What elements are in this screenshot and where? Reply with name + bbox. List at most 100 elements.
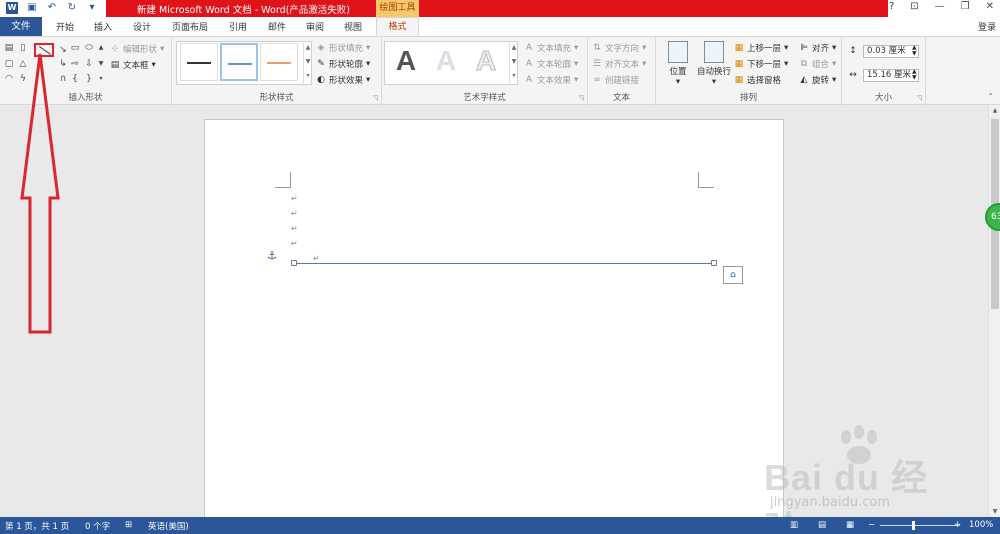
shape-fill-button[interactable]: ◈ 形状填充 ▾: [316, 42, 371, 54]
shape-width-input[interactable]: 15.16 厘米: [863, 69, 919, 82]
document-title: 新建 Microsoft Word 文档 - Word(产品激活失败): [137, 5, 351, 16]
wordart-style-1[interactable]: A: [388, 43, 424, 79]
create-link-button[interactable]: ∞ 创建链接: [592, 74, 639, 86]
print-layout-icon[interactable]: ▤: [818, 520, 826, 530]
position-button[interactable]: 位置 ▾: [660, 41, 696, 87]
text-box-button[interactable]: ▤ 文本框 ▾: [110, 59, 156, 71]
redo-icon[interactable]: ↻: [66, 2, 78, 14]
web-layout-icon[interactable]: ▦: [846, 520, 854, 530]
align-button[interactable]: ⊫ 对齐 ▾: [799, 42, 836, 54]
shape-outline-button[interactable]: ✎ 形状轮廓 ▾: [316, 58, 370, 70]
close-icon[interactable]: ✕: [986, 1, 994, 12]
word-count[interactable]: 0 个字: [85, 520, 110, 532]
width-spinner-icon[interactable]: ▲ ▼: [912, 69, 917, 81]
customize-icon[interactable]: ▾: [86, 2, 98, 14]
restore-ribbon-icon[interactable]: ⊡: [910, 1, 918, 12]
group-icon: ⧉: [800, 59, 808, 69]
wordart-style-3[interactable]: A: [468, 43, 504, 79]
vertical-scrollbar[interactable]: ▲ ▼: [988, 105, 1000, 517]
style-swatch-orange[interactable]: [260, 43, 298, 81]
send-backward-button[interactable]: ▦ 下移一层 ▾: [734, 58, 789, 70]
zoom-slider-thumb[interactable]: [912, 521, 915, 530]
brace-right-icon[interactable]: }: [84, 74, 94, 84]
help-icon[interactable]: ?: [889, 1, 894, 12]
login-link[interactable]: 登录: [978, 20, 996, 33]
text-effects-button[interactable]: A 文本效果 ▾: [524, 74, 578, 86]
rounded-rect-icon[interactable]: ▢: [4, 59, 14, 69]
zoom-in-button[interactable]: +: [954, 520, 961, 530]
tab-insert[interactable]: 插入: [94, 20, 112, 33]
wordart-style-2[interactable]: A: [428, 43, 464, 79]
group-label-size: 大小: [874, 93, 892, 103]
drawn-line-shape[interactable]: [295, 263, 715, 264]
arc-icon[interactable]: ◠: [4, 74, 14, 84]
zoom-out-button[interactable]: −: [868, 520, 875, 530]
text-direction-button[interactable]: ⇅ 文字方向 ▾: [592, 42, 646, 54]
scroll-down-icon[interactable]: ▼: [989, 508, 1000, 515]
group-button[interactable]: ⧉ 组合 ▾: [799, 58, 837, 70]
edit-shape-button[interactable]: ⊹ 编辑形状 ▾: [110, 43, 164, 55]
tab-references[interactable]: 引用: [229, 20, 247, 33]
maximize-icon[interactable]: ❐: [961, 1, 970, 12]
zoom-level[interactable]: 100%: [969, 520, 993, 530]
tab-view[interactable]: 视图: [344, 20, 362, 33]
baidu-watermark: Bai du 经验 jingyan.baidu.com: [764, 425, 964, 534]
tab-file[interactable]: 文件: [0, 17, 42, 36]
ribbon: ▤ ▯ ↘ ▭ ⬭ ▢ △ ↳ ⇨ ⇩ ◠ ϟ ∩ { } ▲ ▼ ▾ ⊹ 编辑…: [0, 36, 1000, 105]
styles-gallery-scroll[interactable]: ▲ ▼ ▾: [303, 41, 312, 85]
right-arrow-icon[interactable]: ⇨: [70, 59, 80, 69]
collapse-ribbon-icon[interactable]: ⌃: [987, 92, 994, 101]
rotate-button[interactable]: ◭ 旋转 ▾: [799, 74, 837, 86]
brace-left-icon[interactable]: {: [70, 74, 80, 84]
style-swatch-blue[interactable]: [220, 43, 258, 81]
down-arrow-icon[interactable]: ⇩: [84, 59, 94, 69]
tab-page-layout[interactable]: 页面布局: [172, 20, 208, 33]
gallery-scroll-up-icon[interactable]: ▲: [96, 43, 106, 53]
paragraph-mark: ↵: [313, 254, 320, 263]
page-count[interactable]: 第 1 页，共 1 页: [5, 520, 69, 532]
selection-pane-button[interactable]: ▦ 选择窗格: [734, 74, 781, 86]
line-start-handle[interactable]: [291, 260, 297, 266]
text-fill-button[interactable]: A 文本填充 ▾: [524, 42, 578, 54]
height-spinner-icon[interactable]: ▲ ▼: [912, 45, 917, 57]
word-logo-icon: W: [6, 2, 18, 14]
read-mode-icon[interactable]: ▥: [790, 520, 798, 530]
gallery-scroll-down-icon[interactable]: ▼: [96, 59, 106, 69]
gallery-more-icon[interactable]: ▾: [96, 74, 106, 84]
title-bar: W ▣ ↶ ↻ ▾ 新建 Microsoft Word 文档 - Word(产品…: [0, 0, 1000, 17]
language-indicator[interactable]: 英语(美国): [148, 520, 189, 532]
wrap-text-button[interactable]: 自动换行 ▾: [694, 41, 734, 87]
zoom-slider[interactable]: [880, 525, 960, 526]
undo-icon[interactable]: ↶: [46, 2, 58, 14]
text-outline-button[interactable]: A 文本轮廓 ▾: [524, 58, 578, 70]
shape-effects-button[interactable]: ◐ 形状效果 ▾: [316, 74, 370, 86]
save-icon[interactable]: ▣: [26, 2, 38, 14]
bring-forward-icon: ▦: [734, 43, 744, 53]
dialog-launcher-icon[interactable]: ◹: [373, 94, 378, 102]
scroll-up-icon[interactable]: ▲: [989, 107, 1000, 114]
proofing-icon[interactable]: ⊞: [125, 520, 132, 530]
document-page[interactable]: ↵ ↵ ↵ ↵ ↵ ⚓ ⌂: [204, 119, 784, 519]
minimize-icon[interactable]: —: [935, 1, 945, 12]
style-swatch-dark[interactable]: [180, 43, 218, 81]
watermark-url: jingyan.baidu.com: [770, 495, 890, 510]
layout-options-icon[interactable]: ⌂: [723, 266, 743, 284]
tab-mailings[interactable]: 邮件: [268, 20, 286, 33]
align-icon: ⊫: [800, 43, 808, 53]
rectangle-icon[interactable]: ▭: [70, 43, 80, 53]
wordart-launcher-icon[interactable]: ◹: [579, 94, 584, 102]
wordart-gallery-scroll[interactable]: ▲ ▼ ▾: [509, 41, 518, 85]
tab-format[interactable]: 格式: [376, 17, 419, 37]
align-text-button[interactable]: ☰ 对齐文本 ▾: [592, 58, 646, 70]
bring-forward-button[interactable]: ▦ 上移一层 ▾: [734, 42, 789, 54]
line-end-handle[interactable]: [711, 260, 717, 266]
oval-icon[interactable]: ⬭: [84, 43, 94, 53]
textbox-shape-icon[interactable]: ▤: [4, 43, 14, 53]
position-icon: [668, 41, 688, 63]
rotate-icon: ◭: [800, 75, 808, 85]
tab-review[interactable]: 审阅: [306, 20, 324, 33]
shape-height-input[interactable]: 0.03 厘米: [863, 45, 919, 58]
size-launcher-icon[interactable]: ◹: [917, 94, 922, 102]
tab-home[interactable]: 开始: [56, 20, 74, 33]
tab-design[interactable]: 设计: [133, 20, 151, 33]
